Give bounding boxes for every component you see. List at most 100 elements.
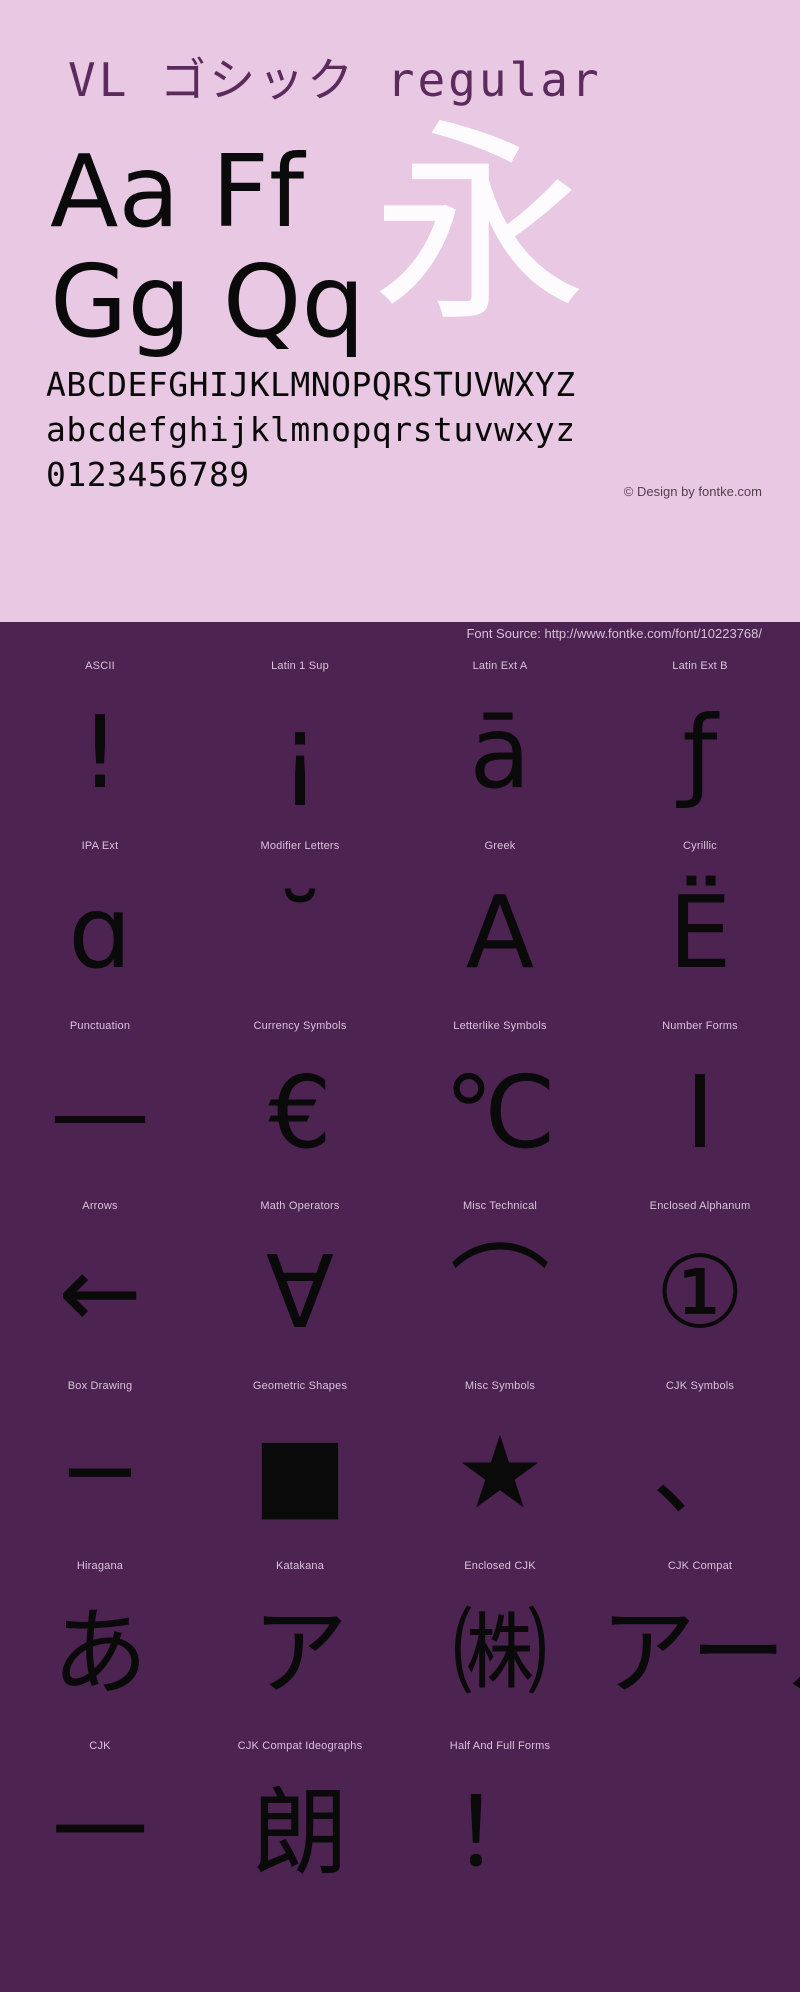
unicode-block-glyph: ㈱	[452, 1597, 548, 1709]
unicode-block-label: CJK Compat	[667, 1560, 733, 1572]
unicode-block-label: Enclosed CJK	[464, 1560, 536, 1572]
unicode-block-cell[interactable]: CJK Compat Ideographs 朗	[200, 1728, 400, 1908]
unicode-block-cell[interactable]: CJK Compat アール	[600, 1548, 800, 1728]
unicode-block-glyph: Ё	[668, 874, 732, 991]
unicode-block-glyph: ˘	[275, 874, 325, 991]
unicode-block-label: Arrows	[82, 1200, 118, 1212]
font-source-link[interactable]: Font Source: http://www.fontke.com/font/…	[466, 626, 762, 641]
unicode-block-glyph: 一	[52, 1777, 148, 1889]
unicode-block-label: Enclosed Alphanum	[649, 1200, 751, 1212]
design-credit: © Design by fontke.com	[623, 484, 762, 499]
font-source-band: Font Source: http://www.fontke.com/font/…	[0, 622, 800, 648]
unicode-block-cell[interactable]: Latin Ext B ƒ	[600, 648, 800, 828]
unicode-block-label: Latin Ext B	[672, 660, 728, 672]
cjk-hero-glyph: 永	[372, 100, 587, 351]
unicode-block-label: CJK	[89, 1740, 111, 1752]
unicode-block-cell[interactable]: ASCII!	[0, 648, 200, 828]
unicode-block-cell[interactable]: Enclosed Alphanum ①	[600, 1188, 800, 1368]
lowercase-alphabet-row: abcdefghijklmnopqrstuvwxyz	[46, 410, 576, 449]
unicode-block-cell[interactable]: Box Drawing ─	[0, 1368, 200, 1548]
uppercase-alphabet-row: ABCDEFGHIJKLMNOPQRSTUVWXYZ	[46, 365, 576, 404]
unicode-block-glyph: ℃	[443, 1054, 557, 1171]
unicode-block-cell[interactable]: Latin 1 Sup ¡	[200, 648, 400, 828]
unicode-block-cell[interactable]: Hiragana あ	[0, 1548, 200, 1728]
unicode-block-cell[interactable]: Cyrillic Ё	[600, 828, 800, 1008]
unicode-block-label: ASCII	[85, 660, 115, 672]
specimen-header: VL ゴシック regular Aa Ff Gg Qq 永 ABCDEFGHIJ…	[0, 0, 800, 622]
unicode-block-label: Letterlike Symbols	[453, 1020, 547, 1032]
unicode-block-glyph: ア	[252, 1597, 348, 1709]
unicode-block-cell[interactable]: Half And Full Forms ！	[400, 1728, 600, 1908]
unicode-block-row: Arrows ← Math Operators ∀ Misc Technical ⌒ Enc…	[0, 1188, 800, 1368]
unicode-block-cell[interactable]: Letterlike Symbols ℃	[400, 1008, 600, 1188]
unicode-block-glyph: Ⅰ	[685, 1054, 715, 1171]
unicode-block-glyph: ①	[655, 1234, 745, 1351]
unicode-block-label: Number Forms	[662, 1020, 738, 1032]
unicode-block-glyph: アール	[600, 1597, 800, 1709]
unicode-block-cell[interactable]: Modifier Letters ˘	[200, 828, 400, 1008]
unicode-block-label: Math Operators	[260, 1200, 340, 1212]
unicode-block-glyph: —	[50, 1054, 150, 1171]
unicode-block-label: Cyrillic	[683, 840, 717, 852]
unicode-block-label: IPA Ext	[81, 840, 119, 852]
unicode-block-cell[interactable]: Misc Symbols ★	[400, 1368, 600, 1548]
unicode-block-cell[interactable]: CJK Symbols 、	[600, 1368, 800, 1548]
unicode-block-cell[interactable]: CJK 一	[0, 1728, 200, 1908]
unicode-block-cell[interactable]: Geometric Shapes ■	[200, 1368, 400, 1548]
unicode-block-row: ASCII! Latin 1 Sup ¡ Latin Ext Aā Latin Ext …	[0, 648, 800, 828]
unicode-block-row: Punctuation — Currency Symbols € Letterlike …	[0, 1008, 800, 1188]
unicode-block-label: Misc Symbols	[464, 1380, 536, 1392]
unicode-block-label: Half And Full Forms	[449, 1740, 551, 1752]
unicode-block-cell[interactable]: Punctuation —	[0, 1008, 200, 1188]
unicode-block-cell[interactable]: Greek Α	[400, 828, 600, 1008]
unicode-block-cell[interactable]: IPA Ext ɑ	[0, 828, 200, 1008]
big-sample-row-2: Gg Qq	[50, 243, 365, 360]
unicode-block-glyph: ¡	[279, 694, 321, 811]
unicode-block-label: Latin Ext A	[472, 660, 528, 672]
big-sample-row-1: Aa Ff	[50, 133, 305, 250]
unicode-block-label: Latin 1 Sup	[271, 660, 329, 672]
unicode-block-glyph: ā	[469, 694, 531, 811]
unicode-block-glyph: ★	[455, 1414, 545, 1531]
unicode-block-label: CJK Compat Ideographs	[237, 1740, 363, 1752]
unicode-block-glyph: €	[268, 1054, 332, 1171]
unicode-block-row: Box Drawing ─ Geometric Shapes ■ Misc Symbol…	[0, 1368, 800, 1548]
unicode-block-row: Hiragana あ Katakana ア Enclosed CJK ㈱ CJK Compa…	[0, 1548, 800, 1728]
unicode-block-label: CJK Symbols	[665, 1380, 735, 1392]
unicode-block-label: Hiragana	[76, 1560, 124, 1572]
unicode-block-glyph: ƒ	[682, 694, 718, 811]
unicode-block-label: Punctuation	[69, 1020, 131, 1032]
unicode-block-label: Box Drawing	[67, 1380, 133, 1392]
unicode-block-glyph: ！	[452, 1777, 548, 1889]
unicode-block-cell[interactable]: Katakana ア	[200, 1548, 400, 1728]
unicode-block-label: Katakana	[275, 1560, 325, 1572]
unicode-block-cell[interactable]: Misc Technical ⌒	[400, 1188, 600, 1368]
unicode-block-glyph: 、	[652, 1417, 748, 1529]
unicode-block-glyph: ɑ	[68, 874, 132, 991]
unicode-block-glyph: 朗	[252, 1777, 348, 1889]
unicode-block-glyph: ∀	[265, 1234, 335, 1351]
unicode-block-cell[interactable]: Math Operators ∀	[200, 1188, 400, 1368]
unicode-block-grid: ASCII! Latin 1 Sup ¡ Latin Ext Aā Latin Ext …	[0, 648, 800, 1908]
unicode-block-label: Currency Symbols	[253, 1020, 347, 1032]
unicode-block-label: Modifier Letters	[260, 840, 340, 852]
unicode-block-cell[interactable]: Latin Ext A ā	[400, 648, 600, 828]
unicode-block-cell[interactable]: Enclosed CJK ㈱	[400, 1548, 600, 1728]
unicode-block-row: IPA Ext ɑ Modifier Letters ˘ Greek Α Cyrillic Ё	[0, 828, 800, 1008]
unicode-block-glyph: !	[79, 694, 121, 811]
unicode-block-glyph: ←	[58, 1234, 142, 1351]
unicode-block-glyph: Α	[465, 874, 535, 991]
unicode-block-row: CJK 一 CJK Compat Ideographs 朗 Half And Full …	[0, 1728, 800, 1908]
unicode-block-glyph	[600, 1758, 800, 1908]
unicode-block-cell[interactable]: Arrows ←	[0, 1188, 200, 1368]
unicode-block-cell[interactable]: Number Forms Ⅰ	[600, 1008, 800, 1188]
unicode-block-glyph: ■	[252, 1414, 348, 1531]
unicode-block-label: Misc Technical	[462, 1200, 538, 1212]
unicode-block-cell[interactable]: Currency Symbols €	[200, 1008, 400, 1188]
unicode-block-glyph: ─	[69, 1414, 131, 1531]
unicode-block-glyph: ⌒	[450, 1234, 550, 1351]
unicode-block-label: Geometric Shapes	[252, 1380, 348, 1392]
digits-row: 0123456789	[46, 455, 250, 494]
unicode-block-glyph: あ	[52, 1597, 148, 1709]
unicode-block-label: Greek	[484, 840, 516, 852]
